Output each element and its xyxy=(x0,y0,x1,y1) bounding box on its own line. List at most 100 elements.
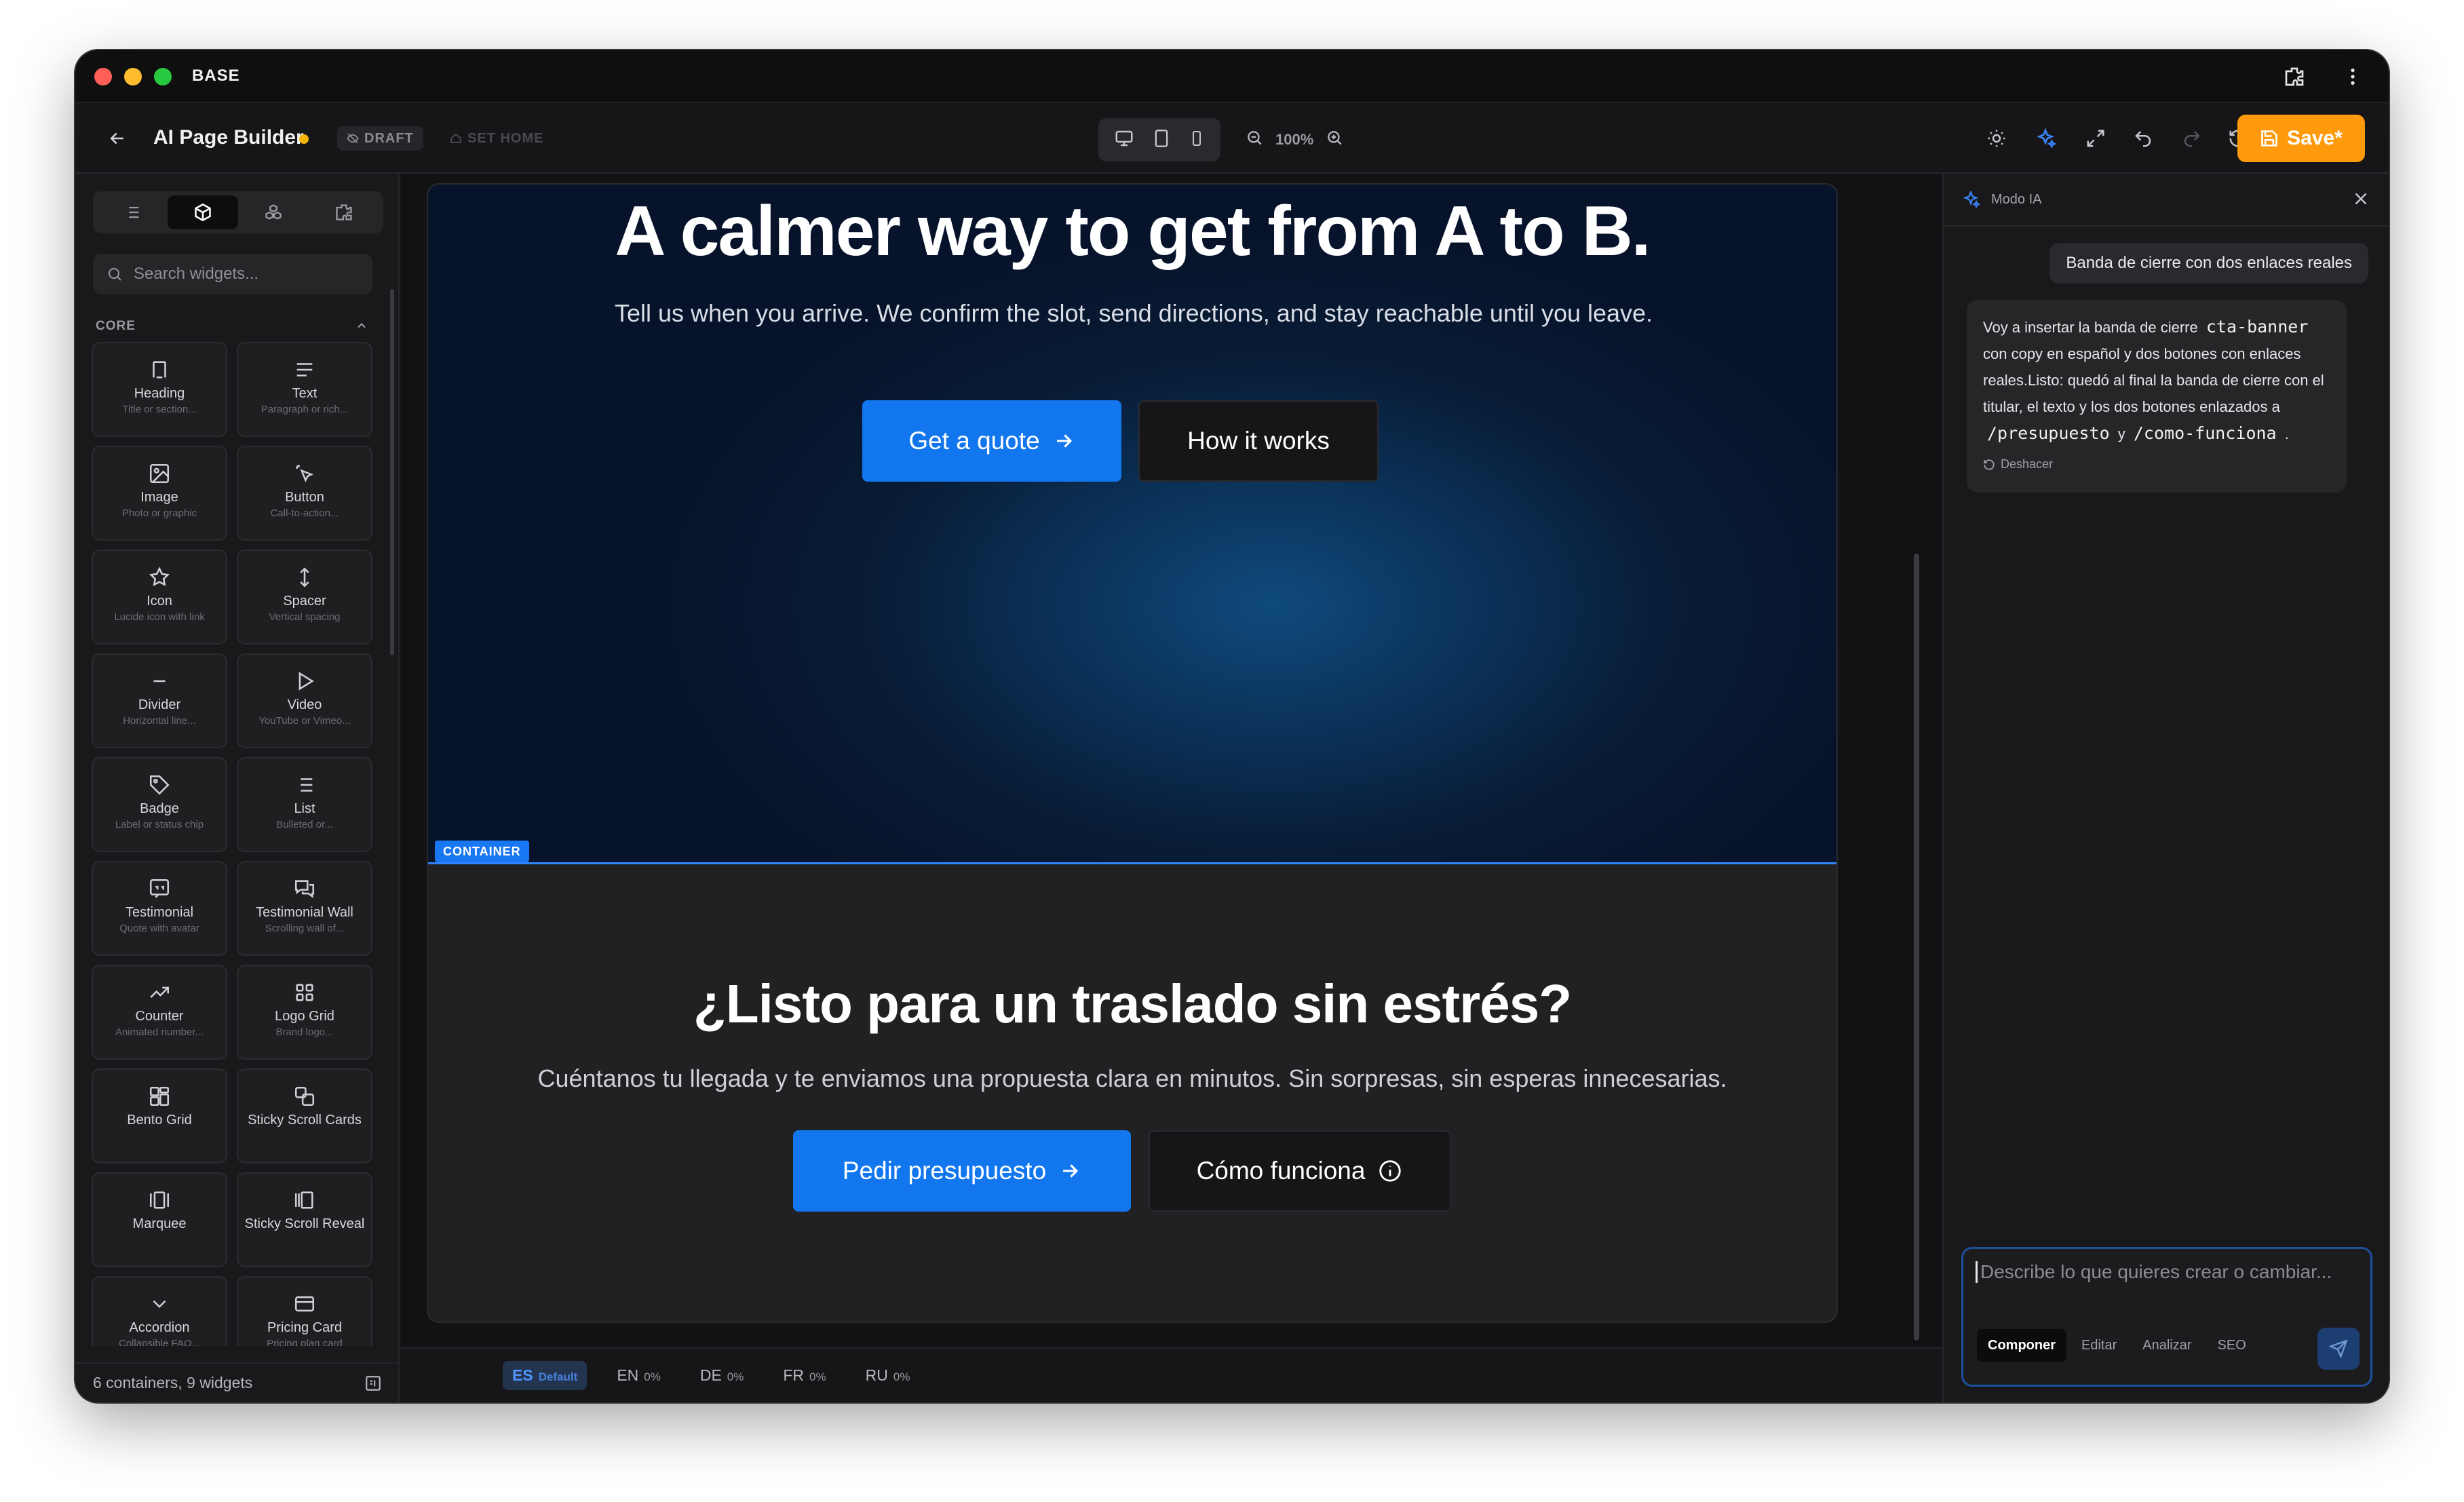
close-window-button[interactable] xyxy=(94,68,112,85)
tab-integrations[interactable] xyxy=(309,195,379,229)
tablet-view-icon[interactable] xyxy=(1152,128,1171,152)
undo-icon[interactable] xyxy=(2124,119,2162,157)
language-progress: 0% xyxy=(893,1370,910,1383)
language-code: DE xyxy=(699,1366,722,1384)
more-vertical-icon[interactable] xyxy=(2338,62,2367,91)
mode-tab-componer[interactable]: Componer xyxy=(1977,1329,2066,1362)
trending-up-icon xyxy=(148,980,171,1005)
widget-card-video[interactable]: Video YouTube or Vimeo... xyxy=(237,653,372,748)
widget-card-image[interactable]: Image Photo or graphic xyxy=(92,446,227,541)
close-icon[interactable] xyxy=(2351,189,2371,209)
device-switcher xyxy=(1098,118,1220,161)
set-home-button[interactable]: SET HOME xyxy=(440,126,553,151)
widget-card-spacer[interactable]: Spacer Vertical spacing xyxy=(237,550,372,644)
widget-description: Lucide icon with link xyxy=(114,611,205,623)
how-it-works-button[interactable]: How it works xyxy=(1138,400,1379,482)
star-icon xyxy=(148,564,171,590)
send-button[interactable] xyxy=(2317,1328,2360,1370)
widget-description: Photo or graphic xyxy=(121,507,197,519)
undo-link[interactable]: Deshacer xyxy=(1983,451,2330,478)
hero-section[interactable]: A calmer way to get from A to B. Tell us… xyxy=(428,185,1836,863)
widget-description: Title or section... xyxy=(122,404,197,415)
widget-card-counter[interactable]: Counter Animated number... xyxy=(92,965,227,1060)
extension-icon[interactable] xyxy=(2280,62,2309,91)
assistant-code: /como-funciona xyxy=(2133,423,2277,443)
cta-banner-section[interactable]: ¿Listo para un traslado sin estrés? Cuén… xyxy=(428,864,1836,1322)
widget-card-list[interactable]: List Bulleted or... xyxy=(237,757,372,852)
widget-card-sticky-scroll-cards[interactable]: Sticky Scroll Cards xyxy=(237,1068,372,1163)
back-button[interactable] xyxy=(98,119,136,157)
maximize-window-button[interactable] xyxy=(154,68,172,85)
zoom-out-icon[interactable] xyxy=(1246,129,1263,151)
cta-subtitle[interactable]: Cuéntanos tu llegada y te enviamos una p… xyxy=(428,1064,1836,1093)
core-section-header[interactable]: CORE xyxy=(96,319,368,334)
widget-card-marquee[interactable]: Marquee xyxy=(92,1172,227,1267)
minus-icon xyxy=(148,668,171,694)
redo-icon[interactable] xyxy=(2173,119,2211,157)
theme-toggle-icon[interactable] xyxy=(1978,119,2016,157)
undo-label: Deshacer xyxy=(2001,457,2054,471)
widget-card-testimonial[interactable]: Testimonial Quote with avatar xyxy=(92,861,227,956)
desktop-view-icon[interactable] xyxy=(1114,128,1134,152)
language-tab-de[interactable]: DE 0% xyxy=(691,1361,754,1390)
ai-sparkles-icon[interactable] xyxy=(2026,119,2064,157)
language-tab-ru[interactable]: RU 0% xyxy=(856,1361,920,1390)
title-bar: BASE xyxy=(75,50,2389,103)
widget-card-icon[interactable]: Icon Lucide icon with link xyxy=(92,550,227,644)
sidebar-scrollbar[interactable] xyxy=(390,289,394,655)
widget-name: List xyxy=(294,801,315,816)
mobile-view-icon[interactable] xyxy=(1189,128,1205,152)
widget-card-bento-grid[interactable]: Bento Grid xyxy=(92,1068,227,1163)
canvas-scrollbar[interactable] xyxy=(1914,554,1919,1341)
widget-card-heading[interactable]: Heading Title or section... xyxy=(92,342,227,437)
zoom-in-icon[interactable] xyxy=(1326,129,1343,151)
language-tab-en[interactable]: EN 0% xyxy=(607,1361,670,1390)
widget-card-button[interactable]: Button Call-to-action... xyxy=(237,446,372,541)
widget-name: Button xyxy=(285,490,324,505)
tab-widgets[interactable] xyxy=(168,195,238,229)
reveal-icon xyxy=(293,1187,316,1213)
save-button[interactable]: Save* xyxy=(2237,115,2365,162)
mode-tab-analizar[interactable]: Analizar xyxy=(2132,1329,2202,1362)
fullscreen-icon[interactable] xyxy=(2077,119,2115,157)
widget-description: Label or status chip xyxy=(115,819,204,830)
language-code: FR xyxy=(783,1366,805,1384)
minimize-window-button[interactable] xyxy=(124,68,142,85)
mode-selector: Componer Editar Analizar SEO xyxy=(1977,1329,2257,1362)
widget-card-accordion[interactable]: Accordion Collapsible FAQ... xyxy=(92,1276,227,1346)
draft-badge[interactable]: DRAFT xyxy=(337,126,423,151)
panel-toggle-icon[interactable] xyxy=(364,1374,382,1392)
widget-card-text[interactable]: Text Paragraph or rich... xyxy=(237,342,372,437)
get-quote-button[interactable]: Get a quote xyxy=(862,400,1121,482)
ai-panel-header: Modo IA xyxy=(1944,174,2389,227)
mode-tab-editar[interactable]: Editar xyxy=(2071,1329,2128,1362)
widget-card-pricing-card[interactable]: Pricing Card Pricing plan card xyxy=(237,1276,372,1346)
hero-subtitle[interactable]: Tell us when you arrive. We confirm the … xyxy=(591,293,1676,334)
hero-title[interactable]: A calmer way to get from A to B. xyxy=(428,191,1836,272)
tab-layers[interactable] xyxy=(97,195,168,229)
widget-card-sticky-scroll-reveal[interactable]: Sticky Scroll Reveal xyxy=(237,1172,372,1267)
language-tab-es[interactable]: ES Default xyxy=(503,1361,588,1390)
widget-name: Text xyxy=(292,386,317,401)
widget-description: YouTube or Vimeo... xyxy=(258,715,351,727)
widget-search-input[interactable]: Search widgets... xyxy=(93,254,372,294)
widget-card-logo-grid[interactable]: Logo Grid Brand logo... xyxy=(237,965,372,1060)
tab-components[interactable] xyxy=(238,195,309,229)
como-funciona-button[interactable]: Cómo funciona xyxy=(1149,1130,1451,1212)
zoom-level: 100% xyxy=(1275,131,1314,148)
pedir-presupuesto-button[interactable]: Pedir presupuesto xyxy=(793,1130,1131,1212)
widget-card-divider[interactable]: Divider Horizontal line... xyxy=(92,653,227,748)
widget-card-badge[interactable]: Badge Label or status chip xyxy=(92,757,227,852)
cta-title[interactable]: ¿Listo para un traslado sin estrés? xyxy=(428,973,1836,1035)
heading-icon xyxy=(148,357,171,383)
language-tab-fr[interactable]: FR 0% xyxy=(773,1361,835,1390)
prompt-input[interactable]: Describe lo que quieres crear o cambiar.… xyxy=(1976,1261,2355,1283)
widget-card-testimonial-wall[interactable]: Testimonial Wall Scrolling wall of... xyxy=(237,861,372,956)
app-window: BASE AI Page Builder DRAFT SET HOME 100%… xyxy=(75,50,2389,1402)
mode-tab-seo[interactable]: SEO xyxy=(2207,1329,2257,1362)
widget-name: Heading xyxy=(134,386,185,401)
canvas-area: A calmer way to get from A to B. Tell us… xyxy=(401,174,1942,1347)
widget-name: Divider xyxy=(138,697,181,712)
container-label[interactable]: CONTAINER xyxy=(435,841,529,862)
editor-toolbar: AI Page Builder DRAFT SET HOME 100% Save… xyxy=(75,103,2389,174)
